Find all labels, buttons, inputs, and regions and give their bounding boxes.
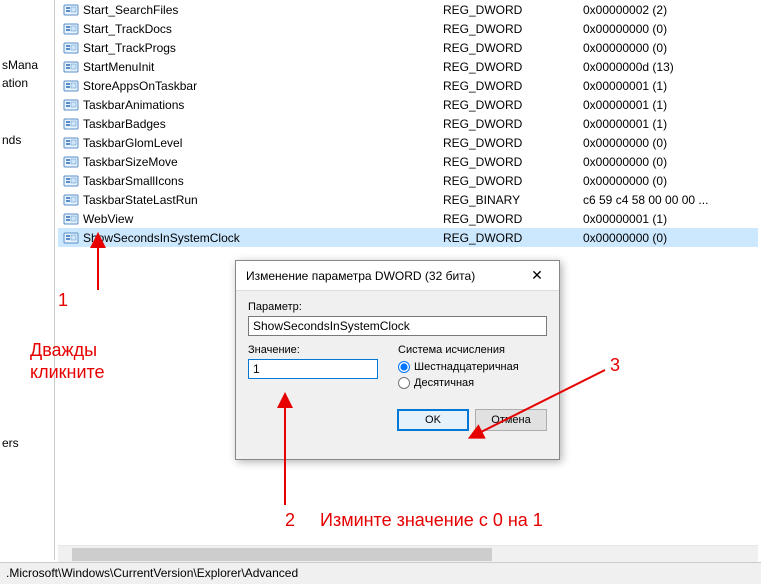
param-label: Параметр: [248, 301, 547, 313]
tree-item-partial: ation [2, 76, 28, 90]
registry-value-data: 0x00000002 (2) [583, 3, 758, 17]
dialog-title-text: Изменение параметра DWORD (32 бита) [246, 269, 475, 283]
registry-row[interactable]: StoreAppsOnTaskbarREG_DWORD0x00000001 (1… [58, 76, 758, 95]
tree-sidebar[interactable]: sMana ation nds ers [0, 0, 55, 560]
radix-group-label: Система исчисления [398, 344, 547, 356]
registry-value-name: TaskbarGlomLevel [83, 136, 443, 150]
close-icon[interactable]: ✕ [517, 262, 557, 290]
registry-value-icon [63, 154, 79, 170]
registry-value-icon [63, 230, 79, 246]
tree-item-partial: ers [2, 436, 19, 450]
registry-value-name: TaskbarAnimations [83, 98, 443, 112]
registry-row[interactable]: TaskbarSizeMoveREG_DWORD0x00000000 (0) [58, 152, 758, 171]
registry-value-icon [63, 173, 79, 189]
edit-dword-dialog: Изменение параметра DWORD (32 бита) ✕ Па… [235, 260, 560, 460]
registry-value-type: REG_DWORD [443, 136, 583, 150]
registry-value-type: REG_DWORD [443, 98, 583, 112]
dialog-titlebar[interactable]: Изменение параметра DWORD (32 бита) ✕ [236, 261, 559, 291]
value-label: Значение: [248, 344, 378, 356]
registry-value-data: 0x00000001 (1) [583, 117, 758, 131]
value-field[interactable] [248, 359, 378, 379]
radix-hex-option[interactable]: Шестнадцатеричная [398, 361, 547, 373]
registry-row[interactable]: StartMenuInitREG_DWORD0x0000000d (13) [58, 57, 758, 76]
tree-item-partial: sMana [2, 58, 38, 72]
registry-value-name: TaskbarBadges [83, 117, 443, 131]
registry-value-icon [63, 211, 79, 227]
horizontal-scrollbar[interactable] [58, 545, 758, 562]
registry-row[interactable]: TaskbarAnimationsREG_DWORD0x00000001 (1) [58, 95, 758, 114]
registry-list[interactable]: Start_SearchFilesREG_DWORD0x00000002 (2)… [58, 0, 758, 247]
registry-row[interactable]: ShowSecondsInSystemClockREG_DWORD0x00000… [58, 228, 758, 247]
registry-value-name: TaskbarSmallIcons [83, 174, 443, 188]
registry-value-data: 0x00000000 (0) [583, 231, 758, 245]
registry-value-data: 0x00000000 (0) [583, 155, 758, 169]
status-bar: .Microsoft\Windows\CurrentVersion\Explor… [0, 562, 761, 584]
registry-row[interactable]: WebViewREG_DWORD0x00000001 (1) [58, 209, 758, 228]
registry-value-data: 0x00000001 (1) [583, 98, 758, 112]
registry-value-icon [63, 192, 79, 208]
radix-dec-label: Десятичная [414, 377, 474, 389]
registry-value-data: 0x00000001 (1) [583, 79, 758, 93]
registry-value-data: 0x00000000 (0) [583, 174, 758, 188]
tree-item-partial: nds [2, 133, 21, 147]
registry-value-name: TaskbarStateLastRun [83, 193, 443, 207]
registry-value-type: REG_DWORD [443, 79, 583, 93]
registry-value-icon [63, 21, 79, 37]
param-field [248, 316, 547, 336]
registry-value-type: REG_DWORD [443, 155, 583, 169]
registry-value-name: ShowSecondsInSystemClock [83, 231, 443, 245]
scrollbar-thumb[interactable] [72, 548, 492, 561]
registry-value-icon [63, 2, 79, 18]
registry-value-type: REG_DWORD [443, 212, 583, 226]
radix-dec-radio[interactable] [398, 377, 410, 389]
registry-value-name: WebView [83, 212, 443, 226]
registry-value-type: REG_BINARY [443, 193, 583, 207]
registry-value-type: REG_DWORD [443, 22, 583, 36]
ok-button[interactable]: OK [397, 409, 469, 431]
registry-value-name: TaskbarSizeMove [83, 155, 443, 169]
registry-value-type: REG_DWORD [443, 3, 583, 17]
registry-value-data: 0x00000000 (0) [583, 22, 758, 36]
radix-dec-option[interactable]: Десятичная [398, 377, 547, 389]
registry-value-type: REG_DWORD [443, 174, 583, 188]
registry-value-type: REG_DWORD [443, 41, 583, 55]
registry-value-icon [63, 97, 79, 113]
registry-value-icon [63, 135, 79, 151]
registry-row[interactable]: TaskbarStateLastRunREG_BINARYc6 59 c4 58… [58, 190, 758, 209]
registry-value-type: REG_DWORD [443, 60, 583, 74]
registry-row[interactable]: TaskbarGlomLevelREG_DWORD0x00000000 (0) [58, 133, 758, 152]
registry-value-icon [63, 59, 79, 75]
registry-value-type: REG_DWORD [443, 117, 583, 131]
registry-value-data: c6 59 c4 58 00 00 00 ... [583, 193, 758, 207]
registry-value-icon [63, 40, 79, 56]
registry-row[interactable]: Start_TrackProgsREG_DWORD0x00000000 (0) [58, 38, 758, 57]
registry-value-name: Start_TrackProgs [83, 41, 443, 55]
registry-value-data: 0x00000000 (0) [583, 41, 758, 55]
registry-value-data: 0x00000001 (1) [583, 212, 758, 226]
registry-row[interactable]: Start_SearchFilesREG_DWORD0x00000002 (2) [58, 0, 758, 19]
registry-value-name: StoreAppsOnTaskbar [83, 79, 443, 93]
registry-value-icon [63, 116, 79, 132]
registry-value-icon [63, 78, 79, 94]
registry-row[interactable]: TaskbarSmallIconsREG_DWORD0x00000000 (0) [58, 171, 758, 190]
registry-value-type: REG_DWORD [443, 231, 583, 245]
registry-value-name: StartMenuInit [83, 60, 443, 74]
cancel-button[interactable]: Отмена [475, 409, 547, 431]
radix-hex-radio[interactable] [398, 361, 410, 373]
registry-row[interactable]: Start_TrackDocsREG_DWORD0x00000000 (0) [58, 19, 758, 38]
registry-value-name: Start_SearchFiles [83, 3, 443, 17]
registry-value-data: 0x0000000d (13) [583, 60, 758, 74]
registry-value-data: 0x00000000 (0) [583, 136, 758, 150]
registry-value-name: Start_TrackDocs [83, 22, 443, 36]
radix-hex-label: Шестнадцатеричная [414, 361, 519, 373]
registry-row[interactable]: TaskbarBadgesREG_DWORD0x00000001 (1) [58, 114, 758, 133]
